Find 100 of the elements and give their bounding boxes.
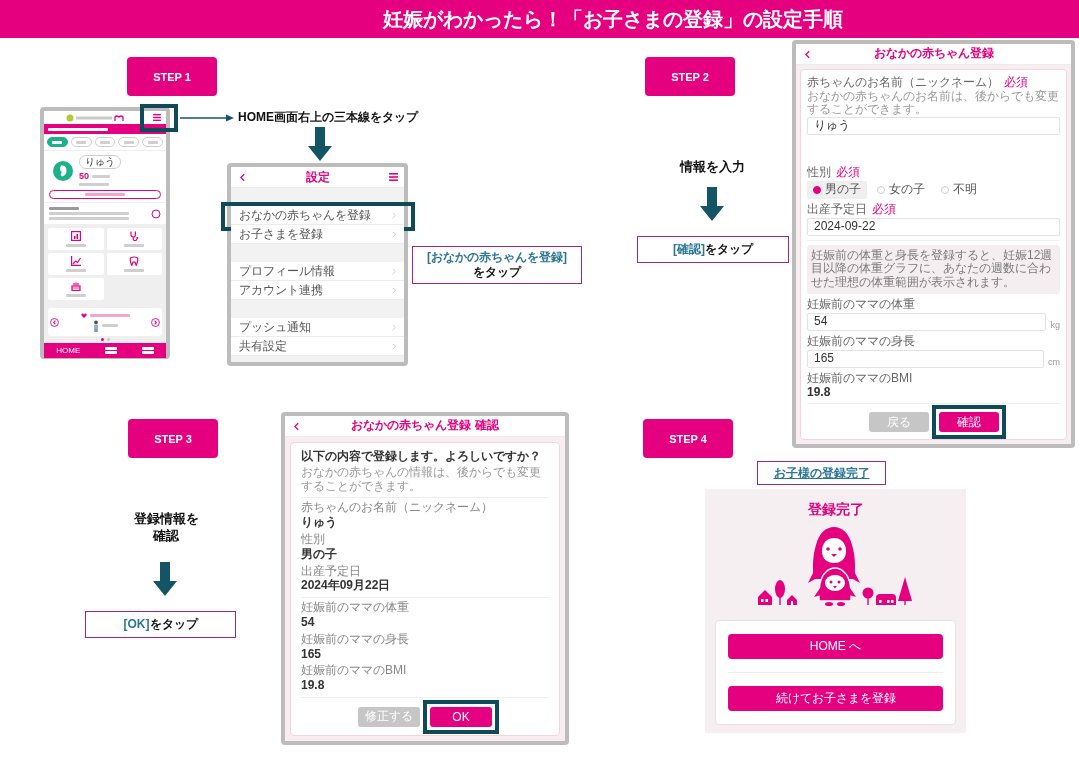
unit-label: kg [1050, 320, 1060, 331]
required-tag: 必須 [872, 202, 896, 217]
confirm-value: 男の子 [301, 547, 338, 562]
stethoscope-icon [129, 231, 140, 241]
menu-icon[interactable] [153, 114, 161, 121]
settings-row[interactable]: アカウント連携 [231, 281, 404, 300]
settings-row[interactable]: お子さまを登録 [231, 225, 404, 244]
back-icon[interactable] [804, 49, 810, 59]
blurred-text-line [76, 140, 87, 144]
chevron-right-icon [392, 286, 396, 294]
confirm-label: 赤ちゃんのお名前（ニックネーム） [301, 501, 494, 516]
chick-penguin-drawing [813, 567, 856, 606]
cake-icon [70, 281, 81, 291]
confirm-label: 妊娠前のママの体重 [301, 601, 410, 615]
number-input-field[interactable]: 54 [807, 312, 1047, 331]
chevron-right-icon [392, 211, 396, 219]
blurred-text-line [85, 193, 125, 196]
house-drawing [786, 595, 797, 605]
radio-option[interactable]: 女の子 [871, 180, 931, 199]
house-drawing [875, 594, 896, 605]
chevron-right-icon[interactable] [151, 317, 160, 327]
required-tag: 必須 [1004, 76, 1028, 90]
chevron-right-icon [392, 267, 396, 275]
step-badge: STEP 1 [127, 57, 217, 96]
confirm-value: 2024年09月22日 [301, 579, 392, 594]
blurred-text-line [101, 324, 118, 327]
menu-icon[interactable] [388, 173, 398, 181]
confirm-value: 165 [301, 647, 323, 662]
blurred-text-line [124, 244, 145, 247]
step-badge: STEP 2 [645, 57, 735, 96]
page-dot-icon[interactable] [100, 338, 104, 341]
completion-title: 登録完了 [807, 501, 864, 519]
back-icon[interactable] [293, 421, 299, 431]
field-label: 赤ちゃんのお名前（ニックネーム） [807, 76, 999, 90]
blurred-text-line [52, 140, 63, 144]
blurred-text-line [89, 313, 130, 317]
house-drawing [757, 590, 772, 605]
screen-title: おなかの赤ちゃん登録 確認 [351, 419, 499, 433]
radio-option[interactable]: 不明 [935, 180, 983, 199]
back-icon[interactable] [239, 172, 245, 182]
chevron-right-icon [392, 323, 396, 331]
confirm-value: 19.8 [301, 679, 326, 693]
form-button[interactable]: 確認 [938, 412, 999, 433]
page-title: 妊娠がわかったら！「お子さまの登録」の設定手順 [382, 6, 843, 32]
down-arrow-icon [700, 187, 724, 221]
nav-tab[interactable] [105, 347, 117, 354]
chevron-right-icon [392, 230, 396, 238]
screen-title: 設定 [305, 168, 330, 186]
confirm-value: 54 [301, 615, 316, 630]
menu-tile[interactable] [106, 253, 162, 275]
number-input-field[interactable]: 165 [807, 349, 1044, 368]
step-badge: STEP 3 [128, 419, 218, 458]
text-input-field[interactable]: りゅう [807, 117, 1060, 136]
radio-option[interactable]: 男の子 [807, 180, 867, 199]
settings-row[interactable]: プッシュ通知 [231, 318, 404, 337]
tree-drawing [774, 580, 785, 605]
settings-row[interactable]: プロフィール情報 [231, 262, 404, 281]
settings-row[interactable]: おなかの赤ちゃんを登録 [231, 206, 404, 225]
instruction-callout: [OK]をタップ [85, 611, 236, 638]
down-arrow-icon [153, 562, 177, 596]
menu-tile[interactable] [106, 228, 162, 250]
step-badge: STEP 4 [643, 419, 733, 458]
blurred-text-line [49, 207, 79, 210]
instruction-callout: [おなかの赤ちゃんを登録] をタップ [412, 246, 582, 284]
tree-drawing [897, 577, 912, 605]
unit-label: cm [1048, 357, 1060, 368]
instruction-text: 情報を入力 [680, 158, 745, 176]
completion-button[interactable]: 続けてお子さまを登録 [728, 686, 943, 711]
text-input-field[interactable]: 2024-09-22 [807, 217, 1060, 236]
completion-button[interactable]: HOME へ [728, 634, 943, 659]
person-drawing [92, 319, 99, 332]
settings-row[interactable]: 共有設定 [231, 337, 404, 356]
blurred-text-line [124, 269, 145, 272]
chevron-right-icon [392, 342, 396, 350]
blurred-text-line [65, 244, 86, 247]
banner-card[interactable] [48, 308, 162, 336]
chevron-left-icon[interactable] [50, 317, 59, 327]
down-arrow-icon [308, 127, 332, 161]
form-button[interactable]: OK [430, 706, 492, 727]
instruction-text: HOME画面右上の三本線をタップ [238, 109, 418, 126]
blurred-text-line [79, 183, 109, 186]
field-label: 妊娠前のママのBMI [807, 371, 913, 386]
blurred-text-line [123, 140, 134, 144]
nav-tab[interactable]: HOME [56, 346, 81, 355]
pointer-arrow [180, 113, 234, 123]
ring-icon[interactable] [151, 208, 161, 219]
child-tab[interactable] [47, 137, 68, 147]
confirm-label: 出産予定日 [301, 564, 362, 579]
field-label: 出産予定日 [807, 202, 867, 217]
menu-tile[interactable] [48, 253, 104, 275]
page-dot-icon[interactable] [106, 338, 110, 341]
menu-tile[interactable] [48, 228, 104, 250]
confirm-question: 以下の内容で登録します。よろしいですか？ [301, 450, 542, 464]
nav-tab[interactable] [141, 347, 154, 354]
field-label: 妊娠前のママの身長 [807, 334, 915, 349]
confirm-note: おなかの赤ちゃんの情報は、後からでも変更することができます。 [301, 465, 542, 494]
blurred-text-line [92, 174, 110, 178]
menu-tile[interactable] [48, 278, 104, 300]
day-count: 50 [79, 171, 89, 181]
app-logo-icon [66, 113, 126, 122]
